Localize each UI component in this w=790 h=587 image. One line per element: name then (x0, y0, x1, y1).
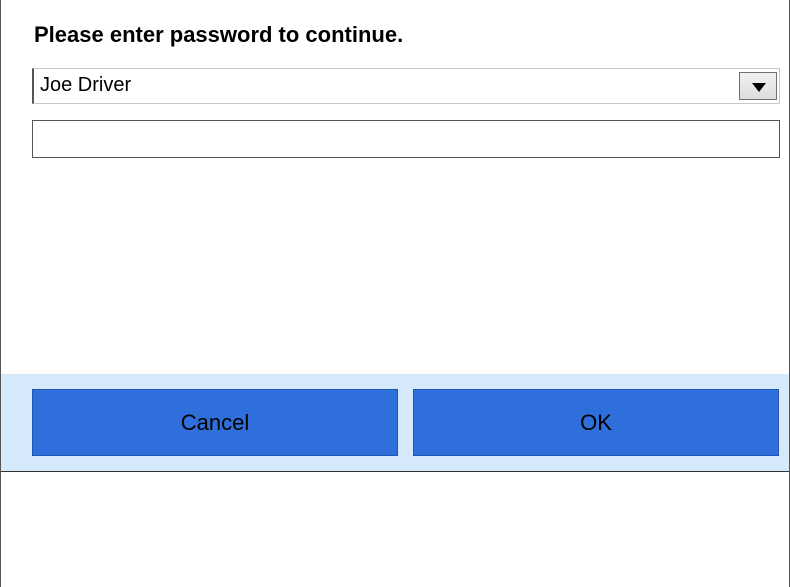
password-input[interactable] (32, 120, 780, 158)
dialog-prompt: Please enter password to continue. (34, 22, 404, 47)
window-frame: Please enter password to continue. Joe D… (0, 0, 790, 587)
user-select-value: Joe Driver (40, 74, 132, 96)
dropdown-button[interactable] (739, 72, 777, 100)
triangle-down-icon (752, 83, 766, 92)
button-bar: Cancel OK (1, 374, 789, 471)
password-dialog: Please enter password to continue. Joe D… (1, 0, 789, 472)
ok-button[interactable]: OK (413, 389, 779, 456)
user-select[interactable]: Joe Driver (32, 68, 780, 104)
cancel-button[interactable]: Cancel (32, 389, 398, 456)
